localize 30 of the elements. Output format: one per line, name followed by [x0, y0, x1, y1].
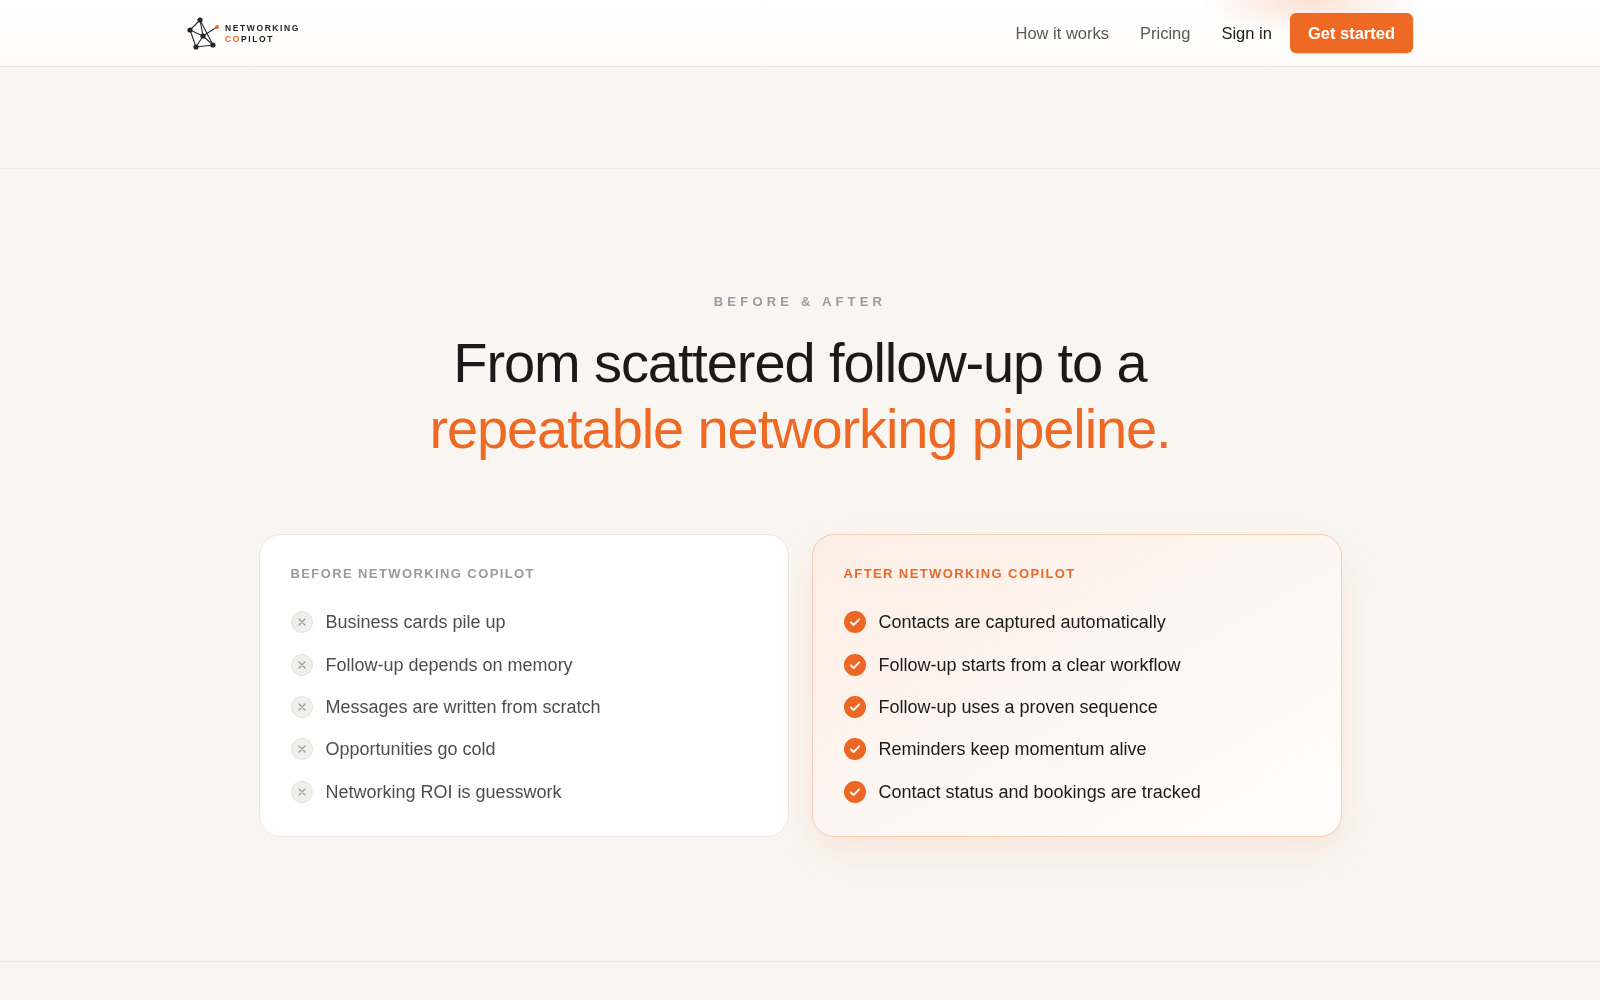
- cross-icon: [290, 738, 313, 761]
- list-item-text: Opportunities go cold: [325, 738, 496, 761]
- check-icon: [843, 780, 866, 803]
- nav-link[interactable]: Pricing: [1140, 23, 1191, 43]
- list-item-text: Follow-up uses a proven sequence: [878, 695, 1158, 718]
- card-title: BEFORE NETWORKING COPILOT: [290, 566, 536, 582]
- check-icon: [843, 695, 866, 718]
- list-item-text: Contacts are captured automatically: [878, 611, 1166, 634]
- list-item-text: Networking ROI is guesswork: [325, 780, 562, 803]
- check-icon: [843, 738, 866, 761]
- cross-icon: [290, 695, 313, 718]
- network-nodes-icon: [187, 17, 220, 50]
- sign-in-link[interactable]: Sign in: [1221, 23, 1272, 43]
- section-eyebrow: BEFORE & AFTER: [713, 294, 887, 310]
- list-item-text: Messages are written from scratch: [325, 695, 601, 718]
- section-heading: From scattered follow-up to a repeatable networking pipeline.: [429, 330, 1171, 462]
- cross-icon: [290, 780, 313, 803]
- list-item-text: Reminders keep momentum alive: [878, 738, 1147, 761]
- list-item-text: Follow-up depends on memory: [325, 653, 573, 676]
- logo-wordmark: NETWORKING COPILOT: [225, 22, 301, 45]
- check-icon: [843, 653, 866, 676]
- card-title: AFTER NETWORKING COPILOT: [843, 566, 1077, 582]
- list-item-text: Contact status and bookings are tracked: [878, 780, 1201, 803]
- cross-icon: [290, 653, 313, 676]
- cross-icon: [290, 611, 313, 634]
- nav-link[interactable]: How it works: [1015, 23, 1109, 43]
- list-item-text: Business cards pile up: [325, 611, 506, 634]
- logo-link[interactable]: NETWORKING COPILOT: [187, 16, 301, 50]
- check-icon: [843, 611, 866, 634]
- list-item-text: Follow-up starts from a clear workflow: [878, 653, 1181, 676]
